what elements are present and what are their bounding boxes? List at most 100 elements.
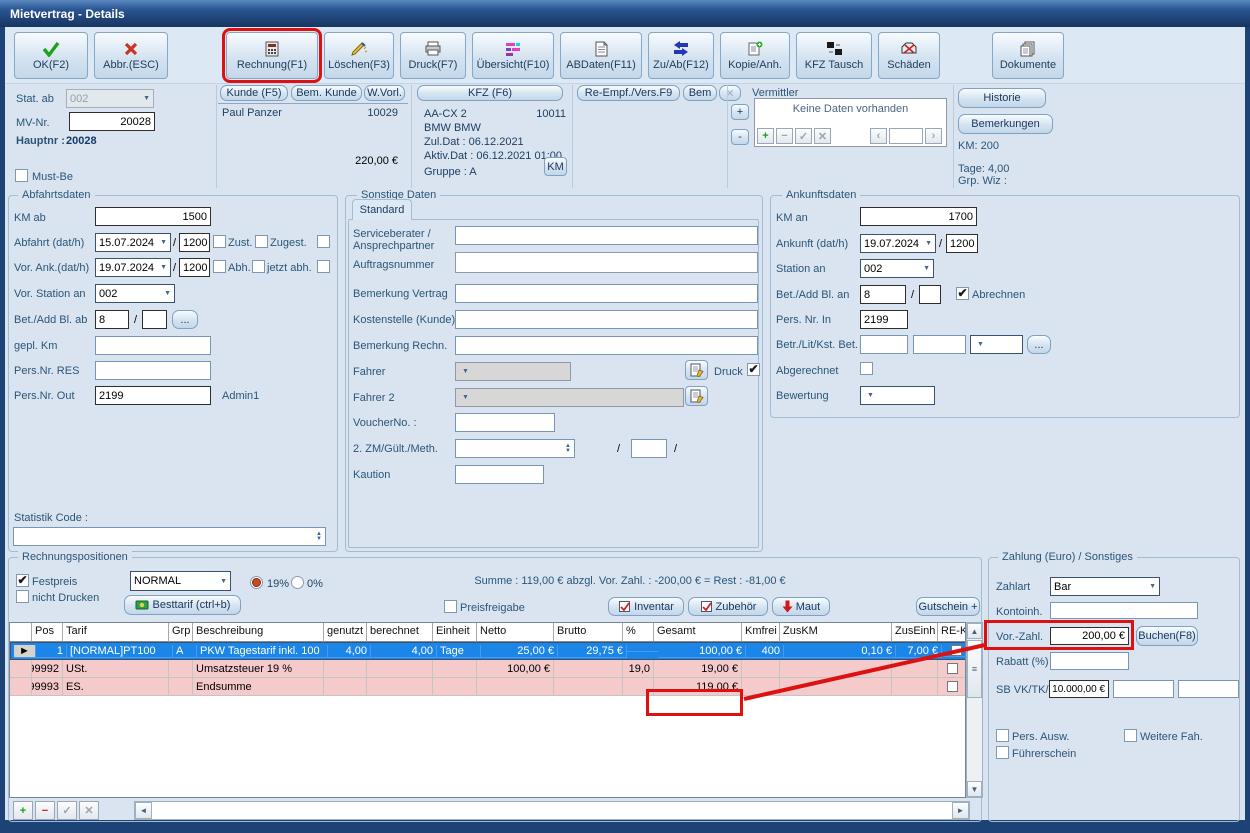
column-header-Beschreibung[interactable]: Beschreibung [193,623,324,642]
km-ab-input[interactable]: 1500 [95,207,211,226]
bemerkung-vertrag-input[interactable] [455,284,758,303]
bet-add-an-input2[interactable] [919,285,941,304]
post-row-icon[interactable]: ✓ [57,801,77,820]
bemerkungen-button[interactable]: Bemerkungen [958,114,1053,134]
scroll-up-icon[interactable]: ▲ [967,623,982,639]
w-vorl-button[interactable]: W.Vorl. [364,85,405,101]
betr-lit-input1[interactable] [860,335,908,354]
zust-checkbox[interactable] [213,235,226,248]
re-k-checkbox[interactable] [946,663,958,674]
remove-icon[interactable]: − [776,128,793,144]
abfahrt-extra-checkbox[interactable] [317,235,330,248]
vor-ank-date-select[interactable]: 19.07.2024 [95,258,171,277]
re-k-checkbox[interactable] [950,645,962,656]
zugest-checkbox[interactable] [255,235,268,248]
km-an-input[interactable]: 1700 [860,207,977,226]
km-button[interactable]: KM [544,157,567,176]
table-hscrollbar[interactable]: ◄ ► [134,801,970,820]
bem-button[interactable]: Bem [683,85,717,101]
column-header-Netto[interactable]: Netto [477,623,554,642]
table-row-3[interactable]: 99992USt. Umsatzsteuer 19 % 100,00 € 19,019… [10,660,965,678]
kunde-button[interactable]: Kunde (F5) [220,85,288,101]
rabatt-input[interactable] [1050,652,1129,670]
kaution-input[interactable] [455,465,544,484]
scroll-down-icon[interactable]: ▼ [967,781,982,797]
vor-ank-time-input[interactable]: 1200 [179,258,210,277]
ankunft-date-select[interactable]: 19.07.2024 [860,234,936,253]
column-header-Pos[interactable]: Pos [32,623,63,642]
column-header-Brutto[interactable]: Brutto [554,623,623,642]
confirm-icon[interactable]: ✓ [795,128,812,144]
zm-input2[interactable] [631,439,667,458]
toolbar-button-abdaten[interactable]: ABDaten(F11) [560,31,642,79]
fuehrerschein-checkbox[interactable] [996,746,1009,759]
auftragsnummer-input[interactable] [455,252,758,273]
vor-zahl-input[interactable]: 200,00 € [1050,627,1129,645]
bewertung-select[interactable] [860,386,935,405]
betr-lit-input2[interactable] [913,335,966,354]
pers-nr-out-input[interactable]: 2199 [95,386,211,405]
column-header-Kmfrei[interactable]: Kmfrei [742,623,780,642]
add-row-icon[interactable]: + [13,801,33,820]
vscroll-thumb[interactable]: ≡ [967,640,982,698]
toolbar-button-uebersicht[interactable]: Übersicht(F10) [472,31,554,79]
mv-nr-input[interactable]: 20028 [69,112,155,131]
besttarif-button[interactable]: Besttarif (ctrl+b) [124,595,241,615]
nicht-drucken-checkbox[interactable] [16,590,29,603]
vermittler-minus-button[interactable]: - [731,129,749,145]
fahrer2-select[interactable] [455,388,684,407]
scroll-left-icon[interactable]: ◄ [135,802,152,819]
toolbar-button-dokumente[interactable]: Dokumente [992,31,1064,79]
zm-combo[interactable]: ▲ ▼ [455,439,575,458]
kfz-button[interactable]: KFZ (F6) [417,85,563,101]
table-vscrollbar[interactable]: ▲ ≡ ▼ [966,622,983,798]
add-icon[interactable]: + [757,128,774,144]
toolbar-button-kopie[interactable]: Kopie/Anh. [720,31,790,79]
vat-19-radio[interactable] [250,576,263,589]
abrechnen-checkbox[interactable] [956,287,969,300]
tab-standard[interactable]: Standard [352,199,412,220]
column-header-berechnet[interactable]: berechnet [367,623,433,642]
weitere-fah-checkbox[interactable] [1124,729,1137,742]
toolbar-button-abbr[interactable]: Abbr.(ESC) [94,31,168,79]
bet-add-ab-input2[interactable] [142,310,167,329]
column-header-Grp[interactable]: Grp [169,623,193,642]
pers-nr-in-input[interactable]: 2199 [860,310,908,329]
abfahrt-date-select[interactable]: 15.07.2024 [95,233,171,252]
station-an-select[interactable]: 002 [860,259,934,278]
inventar-button[interactable]: Inventar [608,597,684,616]
betr-lit-select[interactable] [970,335,1023,354]
table-row-1[interactable]: ► 1 [NORMAL]PT100 A PKW Tagestarif inkl. 100… [10,642,965,660]
betr-lit-more-button[interactable]: ... [1027,335,1051,354]
column-header-%[interactable]: % [623,623,654,642]
kostenstelle-input[interactable] [455,310,758,329]
vat-0-radio[interactable] [291,576,304,589]
toolbar-button-schaeden[interactable]: Schäden [878,31,940,79]
column-header-Einheit[interactable]: Einheit [433,623,477,642]
toolbar-button-kfztausch[interactable]: KFZ Tausch [796,31,872,79]
buchen-button[interactable]: Buchen(F8) [1136,626,1198,646]
sb-input2[interactable] [1113,680,1174,698]
zahlart-select[interactable]: Bar [1050,577,1160,596]
spinner-icon[interactable]: ▲ ▼ [565,443,571,454]
pers-nr-res-input[interactable] [95,361,211,380]
zubehoer-button[interactable]: Zubehör [688,597,768,616]
festpreis-checkbox[interactable] [16,574,29,587]
toolbar-button-loeschen[interactable]: Löschen(F3) [324,31,394,79]
vermittler-plus-button[interactable]: + [731,104,749,120]
re-k-checkbox[interactable] [946,681,958,692]
column-header-Gesamt[interactable]: Gesamt [654,623,742,642]
toolbar-button-ok[interactable]: OK(F2) [14,31,88,79]
vermittler-list[interactable]: Keine Daten vorhanden + − ✓ ✕ ‹ › [754,98,947,147]
gutschein-button[interactable]: Gutschein + [916,597,980,616]
pers-ausw-checkbox[interactable] [996,729,1009,742]
toolbar-button-rechnung[interactable]: Rechnung(F1) [222,27,322,83]
vor-station-select[interactable]: 002 [95,284,175,303]
column-header-RE-K[interactable]: RE-K [938,623,965,642]
fahrer-edit-button[interactable] [685,360,708,380]
maut-button[interactable]: Maut [772,597,830,616]
cancel-icon[interactable]: ✕ [814,128,831,144]
jetzt-abh-checkbox[interactable] [252,260,265,273]
toolbar-button-zuab[interactable]: Zu/Ab(F12) [648,31,714,79]
prev-icon[interactable]: ‹ [870,128,887,144]
